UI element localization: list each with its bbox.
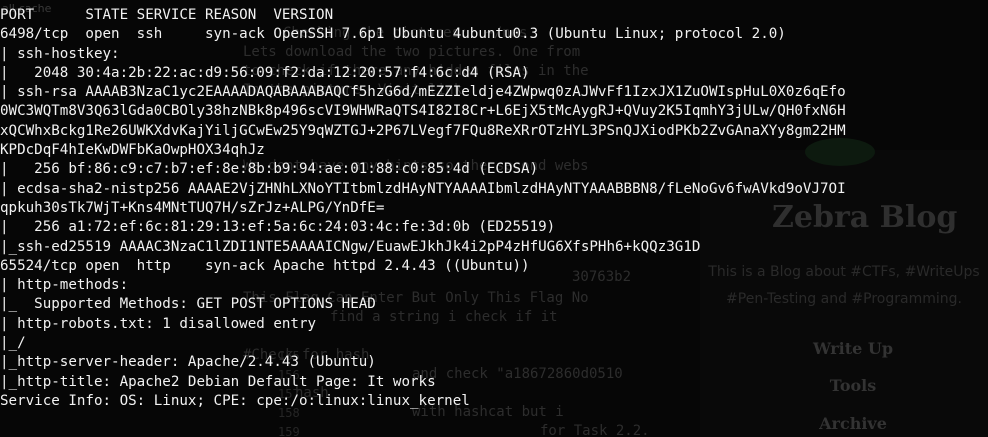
http-title-line: |_http-title: Apache2 Debian Default Pag…: [0, 373, 436, 390]
terminal-screen: all-cache Checking the pictures: ~/nos L…: [0, 0, 988, 437]
robots-entry-line: |_/: [0, 335, 26, 352]
terminal-output[interactable]: PORT STATE SERVICE REASON VERSION 6498/t…: [0, 0, 988, 437]
ed25519-key-line: |_ssh-ed25519 AAAAC3NzaC1lZDI1NTE5AAAAIC…: [0, 238, 701, 255]
ssh-hostkey-label: | ssh-hostkey:: [0, 45, 120, 62]
robots-txt-line: | http-robots.txt: 1 disallowed entry: [0, 315, 317, 332]
port-table-header: PORT STATE SERVICE REASON VERSION: [0, 7, 334, 23]
rsa-key-line: KPDcDqF4hIeKwDWFbKaOwpHOX34qhJz: [0, 142, 265, 159]
rsa-fingerprint-line: | 2048 30:4a:2b:22:ac:d9:56:09:f2:da:12:…: [0, 64, 530, 81]
server-header-line: |_http-server-header: Apache/2.4.43 (Ubu…: [0, 354, 376, 371]
ecdsa-key-line: | ecdsa-sha2-nistp256 AAAAE2VjZHNhLXNoYT…: [0, 180, 846, 197]
rsa-key-line: xQCWhxBckg1Re26UWKXdvKajYiljGCwEw25Y9qWZ…: [0, 122, 846, 139]
rsa-key-line: | ssh-rsa AAAAB3NzaC1yc2EAAAADAQABAAABAQ…: [0, 84, 846, 101]
ecdsa-fingerprint-line: | 256 bf:86:c9:c7:b7:ef:8e:8b:b9:94:ae:0…: [0, 161, 539, 178]
ssh-port-line: 6498/tcp open ssh syn-ack OpenSSH 7.6p1 …: [0, 26, 786, 43]
http-port-line: 65524/tcp open http syn-ack Apache httpd…: [0, 257, 530, 274]
supported-methods-line: |_ Supported Methods: GET POST OPTIONS H…: [0, 296, 376, 313]
rsa-key-line: 0WC3WQTm8V3Q63lGda0CBOly38hzNBk8p496scVI…: [0, 103, 846, 120]
http-methods-label: | http-methods:: [0, 277, 129, 294]
ecdsa-key-line: qpkuh30sTk7WjT+Kns4MNtTUQ7H/sZrJz+ALPG/Y…: [0, 199, 385, 216]
service-info-line: Service Info: OS: Linux; CPE: cpe:/o:lin…: [0, 392, 470, 409]
ed25519-fingerprint-line: | 256 a1:72:ef:6c:81:29:13:ef:5a:6c:24:0…: [0, 219, 556, 236]
